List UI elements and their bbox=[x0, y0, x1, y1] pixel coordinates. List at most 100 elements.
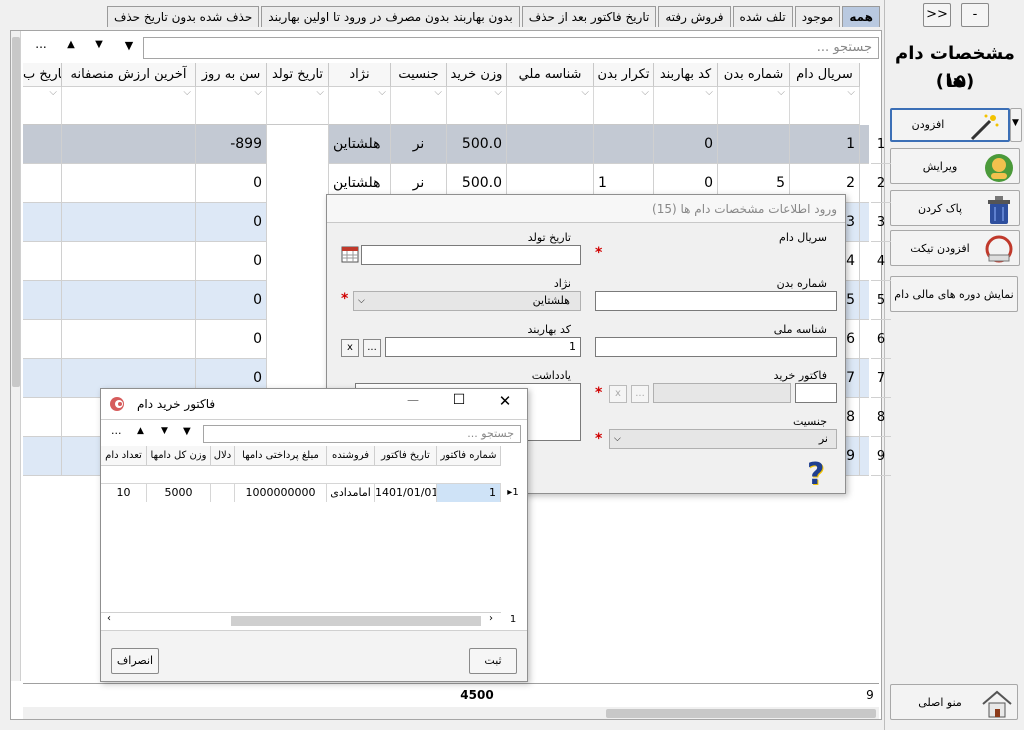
filter-cell[interactable] bbox=[267, 87, 329, 125]
table-row[interactable]: 1 1401/01/01 امامدادی 1000000000 5000 10 bbox=[101, 484, 501, 502]
tab-sold[interactable]: فروش رفته bbox=[658, 6, 731, 27]
col-serial[interactable]: سریال دام bbox=[790, 63, 860, 87]
maximize-button[interactable]: ☐ bbox=[447, 392, 471, 414]
add-tag-button[interactable]: افزودن تیکت bbox=[890, 230, 1020, 266]
invoice-clear-button[interactable]: x bbox=[609, 385, 627, 403]
national-id-input[interactable] bbox=[595, 337, 837, 357]
tab-invoice-after-delete[interactable]: تاریخ فاکتور بعد از حذف bbox=[521, 6, 657, 27]
col-date-truncated[interactable]: تاریخ ب bbox=[23, 63, 62, 87]
sort-down-icon[interactable]: ▼ bbox=[161, 426, 168, 436]
row-number[interactable]: 5 bbox=[871, 281, 891, 320]
filter-icon[interactable]: ▼ bbox=[121, 39, 137, 55]
col-pen-code[interactable]: کد بهاربند bbox=[654, 63, 718, 87]
col-purchase-weight[interactable]: وزن خريد bbox=[447, 63, 507, 87]
col-body-number[interactable]: شماره بدن bbox=[718, 63, 790, 87]
col-animal-count[interactable]: تعداد دام bbox=[101, 446, 147, 466]
save-button[interactable]: ثبت bbox=[469, 648, 517, 674]
invoice-browse-button[interactable]: ... bbox=[631, 385, 649, 403]
close-button[interactable]: ✕ bbox=[493, 392, 517, 414]
col-breed[interactable]: نژاد bbox=[329, 63, 391, 87]
col-broker[interactable]: دلال bbox=[211, 446, 235, 466]
scroll-left-icon[interactable]: ‹ bbox=[107, 613, 111, 624]
vertical-scrollbar[interactable] bbox=[11, 31, 21, 681]
calendar-icon[interactable] bbox=[341, 245, 359, 263]
sort-up-icon[interactable]: ▲ bbox=[63, 39, 79, 55]
edit-button[interactable]: ویرایش bbox=[890, 148, 1020, 184]
birth-date-input[interactable] bbox=[361, 245, 581, 265]
scroll-thumb[interactable] bbox=[231, 616, 481, 626]
filter-cell[interactable] bbox=[62, 87, 196, 125]
add-button[interactable]: افزودن bbox=[890, 108, 1010, 142]
filter-cell[interactable] bbox=[718, 87, 790, 125]
note-label: یادداشت bbox=[531, 369, 571, 382]
search-input[interactable]: جستجو ... bbox=[143, 37, 879, 59]
chevron-down-icon: ▼ bbox=[1012, 118, 1019, 128]
main-menu-button[interactable]: منو اصلی bbox=[890, 684, 1018, 720]
horizontal-scrollbar[interactable]: ‹ › bbox=[101, 612, 501, 628]
cancel-button[interactable]: انصراف bbox=[111, 648, 159, 674]
sort-down-icon[interactable]: ▼ bbox=[91, 39, 107, 55]
add-dropdown-button[interactable]: ▼ bbox=[1010, 108, 1022, 142]
filter-cell[interactable] bbox=[790, 87, 860, 125]
invoice-search-input[interactable]: جستجو ... bbox=[203, 425, 521, 443]
clear-button[interactable]: پاک کردن bbox=[890, 190, 1020, 226]
tab-available[interactable]: موجود bbox=[794, 6, 841, 27]
tab-no-pen[interactable]: بدون بهاربند بدون مصرف در ورود تا اولین … bbox=[261, 6, 520, 27]
row-number[interactable]: 3 bbox=[871, 203, 891, 242]
scroll-thumb[interactable] bbox=[12, 37, 20, 387]
scroll-thumb[interactable] bbox=[606, 709, 876, 718]
cell-age: -899 bbox=[196, 125, 267, 164]
col-age-days[interactable]: سن به روز bbox=[196, 63, 267, 87]
row-number[interactable]: 2 bbox=[871, 164, 891, 203]
col-birth-date[interactable]: تاریخ تولد bbox=[267, 63, 329, 87]
col-invoice-date[interactable]: تاریخ فاکتور bbox=[375, 446, 437, 466]
tab-dead[interactable]: تلف شده bbox=[732, 6, 793, 27]
filter-cell[interactable] bbox=[329, 87, 391, 125]
col-seller[interactable]: فروشنده bbox=[327, 446, 375, 466]
filter-cell[interactable] bbox=[594, 87, 654, 125]
row-number[interactable]: 9 bbox=[871, 437, 891, 476]
tab-all[interactable]: همه bbox=[842, 6, 880, 27]
filter-cell[interactable] bbox=[391, 87, 447, 125]
pen-browse-button[interactable]: ... bbox=[363, 339, 381, 357]
table-row[interactable]: 1 0 500.0 نر هلشتاین -899 bbox=[23, 125, 869, 164]
forward-button[interactable]: >> bbox=[923, 3, 951, 27]
col-national-id[interactable]: شناسه ملي bbox=[507, 63, 594, 87]
minus-button[interactable]: - bbox=[961, 3, 989, 27]
col-fair-value[interactable]: آخرین ارزش منصفانه bbox=[62, 63, 196, 87]
sex-select[interactable]: نر ⌵ bbox=[609, 429, 837, 449]
col-total-weight[interactable]: وزن کل دامها bbox=[147, 446, 211, 466]
filter-row[interactable] bbox=[101, 466, 501, 484]
more-options-button[interactable]: ... bbox=[111, 424, 122, 437]
help-icon[interactable]: ? bbox=[807, 457, 833, 492]
row-number[interactable]: 4 bbox=[871, 242, 891, 281]
cell-body bbox=[718, 125, 790, 164]
minimize-button[interactable]: — bbox=[401, 393, 425, 415]
col-sex[interactable]: جنسیت bbox=[391, 63, 447, 87]
col-amount[interactable]: مبلغ پرداختی دامها bbox=[235, 446, 327, 466]
sort-up-icon[interactable]: ▲ bbox=[137, 426, 144, 436]
cell-date2 bbox=[23, 359, 62, 398]
row-number[interactable]: 6 bbox=[871, 320, 891, 359]
filter-cell[interactable] bbox=[447, 87, 507, 125]
filter-cell[interactable] bbox=[507, 87, 594, 125]
pen-code-input[interactable]: 1 bbox=[385, 337, 581, 357]
filter-icon[interactable]: ▼ bbox=[183, 426, 191, 437]
col-body-repeat[interactable]: تکرار بدن bbox=[594, 63, 654, 87]
row-number[interactable]: 1 bbox=[871, 125, 891, 164]
filter-cell[interactable] bbox=[196, 87, 267, 125]
breed-select[interactable]: هلشتاین ⌵ bbox=[353, 291, 581, 311]
show-periods-button[interactable]: نمایش دوره های مالی دام bbox=[890, 276, 1018, 312]
scroll-right-icon[interactable]: › bbox=[489, 613, 493, 624]
invoice-number-input[interactable] bbox=[795, 383, 837, 403]
horizontal-scrollbar[interactable] bbox=[23, 707, 879, 719]
tab-deleted-no-date[interactable]: حذف شده بدون تاریخ حذف bbox=[106, 6, 260, 27]
more-options-button[interactable]: ... bbox=[33, 37, 49, 53]
filter-cell[interactable] bbox=[23, 87, 62, 125]
filter-cell[interactable] bbox=[654, 87, 718, 125]
body-number-input[interactable] bbox=[595, 291, 837, 311]
col-invoice-number[interactable]: شماره فاکتور bbox=[437, 446, 501, 466]
row-number[interactable]: 7 bbox=[871, 359, 891, 398]
row-number[interactable]: 8 bbox=[871, 398, 891, 437]
pen-clear-button[interactable]: x bbox=[341, 339, 359, 357]
